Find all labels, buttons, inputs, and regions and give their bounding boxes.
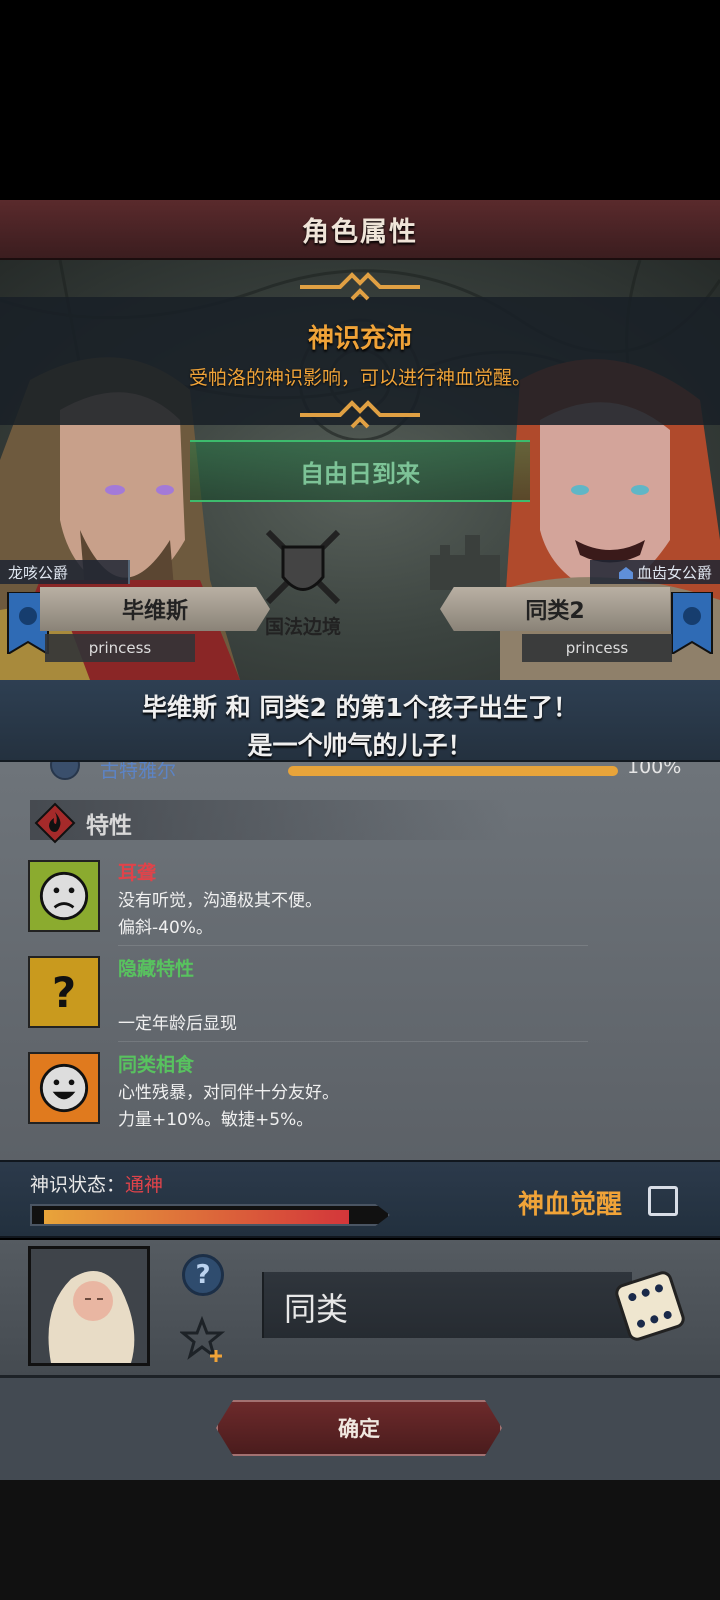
divinity-label: 神识状态：通神 [30, 1170, 163, 1197]
right-banner-flag-icon [671, 592, 713, 654]
left-title-tag: 龙咳公爵 [0, 560, 130, 584]
right-name-plate: 同类2 [440, 587, 670, 631]
partial-stat-row: 古特雅尔 100% [0, 762, 720, 784]
awaken-label: 神血觉醒 [518, 1190, 623, 1220]
birth-line-2: 是一个帅气的儿子！ [247, 731, 473, 760]
child-name-field[interactable]: 同类 [262, 1272, 632, 1338]
ornament-top-icon [300, 272, 420, 301]
trait-name: 同类相食 [118, 1054, 195, 1076]
help-icon[interactable]: ? [182, 1254, 224, 1296]
traits-section-header: 特性 [30, 800, 510, 844]
event-button-label: 自由日到来 [300, 459, 420, 488]
divinity-label-text: 神识状态： [30, 1174, 126, 1196]
divider [118, 1041, 588, 1042]
trait-desc-1: 心性残暴，对同伴十分友好。 [118, 1083, 339, 1103]
bottom-letterbox [0, 1480, 720, 1600]
traits-panel[interactable]: 古特雅尔 100% 特性 耳聋 没有听觉，沟通极其不便。 偏斜-40%。 ? 隐… [0, 762, 720, 1160]
banner-title: 神识充沛 [307, 324, 412, 354]
event-button[interactable]: 自由日到来 [190, 440, 530, 502]
traits-section-title: 特性 [86, 813, 132, 839]
crossed-swords-shield-icon [265, 529, 341, 605]
child-naming-area: ? 同类 [0, 1240, 720, 1378]
smile-face-icon [28, 1052, 100, 1124]
sad-face-icon [28, 860, 100, 932]
scene-panel: 神识充沛 受帕洛的神识影响，可以进行神血觉醒。 自由日到来 龙咳公爵 血齿女公爵… [0, 260, 720, 680]
baby-icon [48, 1271, 135, 1363]
top-letterbox [0, 0, 720, 200]
trait-item[interactable]: ? 隐藏特性 一定年龄后显现 [28, 956, 698, 1046]
confirm-label: 确定 [338, 1417, 380, 1441]
banner-subtitle: 受帕洛的神识影响，可以进行神血觉醒。 [188, 367, 531, 389]
partial-stat-name: 古特雅尔 [100, 762, 177, 782]
star-plus-icon[interactable] [180, 1316, 228, 1364]
trait-name: 隐藏特性 [118, 958, 195, 980]
left-role: princess [45, 634, 195, 662]
right-role: princess [522, 634, 672, 662]
title-bar: 角色属性 [0, 200, 720, 260]
trait-desc-2: 偏斜-40%。 [118, 918, 213, 938]
page-title: 角色属性 [302, 216, 418, 248]
confirm-button[interactable]: 确定 [216, 1400, 502, 1456]
awaken-checkbox[interactable] [648, 1186, 678, 1216]
birth-line-1: 毕维斯 和 同类2 的第1个孩子出生了！ [142, 693, 578, 722]
question-icon: ? [28, 956, 100, 1028]
region-name: 国法边境 [265, 616, 342, 638]
left-name-plate: 毕维斯 [40, 587, 270, 631]
trait-desc-2: 力量+10%。敏捷+5%。 [118, 1110, 314, 1130]
svg-text:?: ? [52, 968, 76, 1017]
footer: 确定 [0, 1378, 720, 1480]
trait-item[interactable]: 同类相食 心性残暴，对同伴十分友好。 力量+10%。敏捷+5%。 [28, 1052, 698, 1142]
trait-desc-2: 一定年龄后显现 [118, 1014, 237, 1034]
divinity-state: 通神 [125, 1174, 164, 1196]
house-icon [618, 567, 633, 579]
partial-stat-percent: 100% [627, 762, 682, 778]
fire-icon [34, 802, 76, 844]
right-name: 同类2 [525, 599, 585, 624]
divinity-progress-fill [44, 1210, 349, 1224]
castle-icon [430, 535, 500, 590]
trait-item[interactable]: 耳聋 没有听觉，沟通极其不便。 偏斜-40%。 [28, 860, 698, 950]
divinity-status-bar: 神识状态：通神 神血觉醒 [0, 1160, 720, 1238]
child-name-value: 同类 [284, 1290, 349, 1328]
left-name: 毕维斯 [121, 599, 188, 624]
ornament-bottom-icon [300, 400, 420, 429]
right-title-tag: 血齿女公爵 [590, 560, 720, 584]
divider [118, 945, 588, 946]
trait-desc-1: 没有听觉，沟通极其不便。 [118, 891, 322, 911]
dice-icon[interactable] [610, 1266, 690, 1346]
partial-stat-bar [288, 766, 618, 776]
right-title-text: 血齿女公爵 [636, 564, 712, 582]
emblem-icon [50, 762, 80, 780]
baby-portrait [28, 1246, 150, 1366]
trait-name: 耳聋 [118, 862, 157, 884]
birth-message: 毕维斯 和 同类2 的第1个孩子出生了！ 是一个帅气的儿子！ [0, 680, 720, 762]
divinity-progress [30, 1204, 390, 1226]
